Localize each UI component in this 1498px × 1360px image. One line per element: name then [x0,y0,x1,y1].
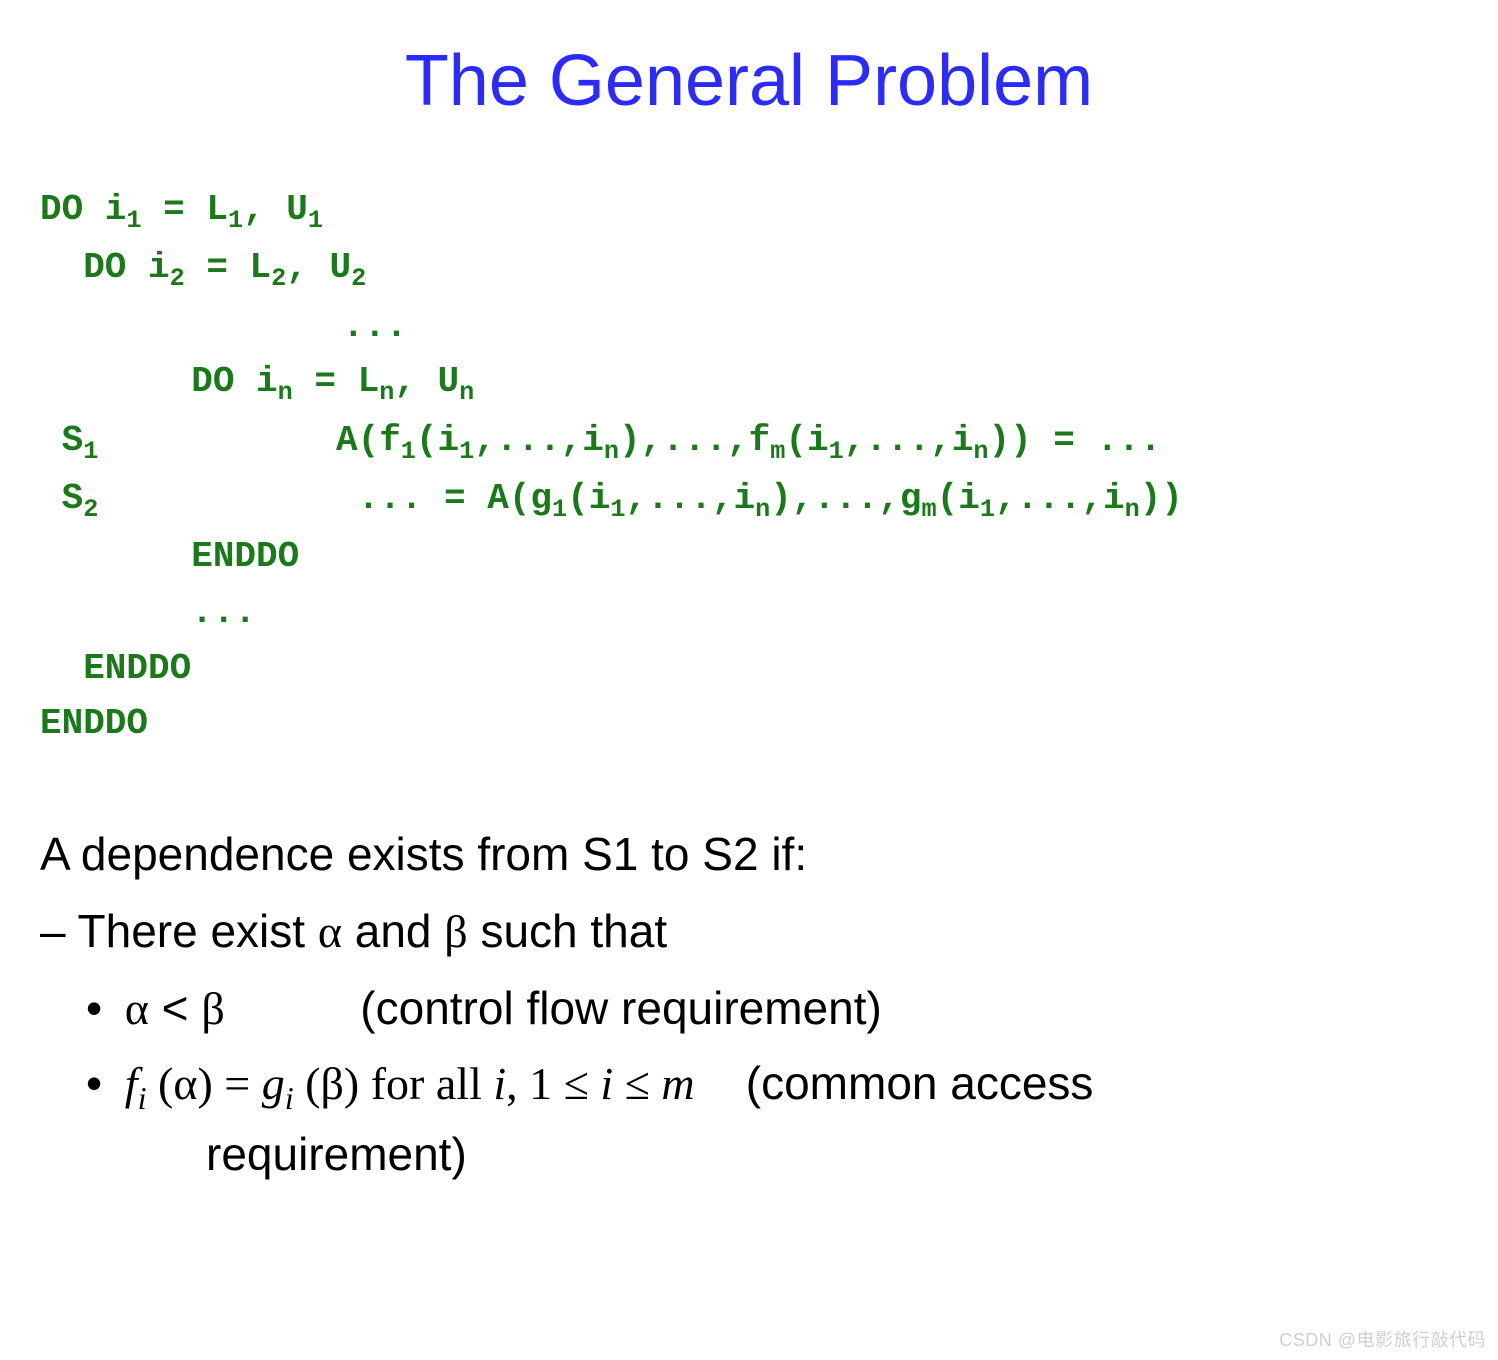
lt-text: < [149,982,201,1034]
text-block: A dependence exists from S1 to S2 if: – … [40,822,1458,1186]
bullet-icon: • [86,1051,112,1115]
alpha-symbol-2: α [125,983,149,1034]
m-var: m [661,1058,694,1109]
fi-func: fi [125,1058,147,1109]
for-all: for all [359,1058,493,1109]
code-line-s2: S2 ... = A(g1(i1,...,in),...,gm(i1,...,i… [40,478,1183,519]
code-line-10: ENDDO [40,703,148,744]
eq-text: ) = [197,1058,261,1109]
bullet-control-flow: • α < β (control flow requirement) [86,976,1458,1041]
page-title: The General Problem [40,40,1458,122]
beta-symbol-2: β [201,983,224,1034]
text-lead: A dependence exists from S1 to S2 if: [40,822,1458,886]
code-line-8: ... [40,592,256,633]
code-line-1: DO i1 = L1, U1 [40,189,323,230]
code-line-2: DO i2 = L2, U2 [40,247,366,288]
code-block: DO i1 = L1, U1 DO i2 = L2, U2 ... DO in … [40,182,1458,752]
text-and: and [342,905,444,957]
control-flow-note: (control flow requirement) [360,982,882,1034]
open-paren: ( [147,1058,174,1109]
close-paren: ) [344,1058,359,1109]
bullet-icon: • [86,976,112,1040]
i-var-2: i [600,1058,613,1109]
alpha-symbol: α [318,906,342,957]
gi-func: gi [262,1058,294,1109]
open-paren-2: ( [294,1058,321,1109]
beta-symbol-3: β [321,1058,344,1109]
code-line-3: ... [40,306,407,347]
code-line-7: ENDDO [40,536,299,577]
code-line-4: DO in = Ln, Un [40,361,474,402]
i-var: i [493,1058,506,1109]
beta-symbol: β [444,906,467,957]
range-2: ≤ [613,1058,661,1109]
common-access-note-2: requirement) [206,1122,1458,1186]
bullet-common-access: • fi (α) = gi (β) for all i, 1 ≤ i ≤ m (… [86,1051,1458,1186]
range-1: , 1 ≤ [506,1058,600,1109]
code-line-9: ENDDO [40,648,191,689]
text-sub1: – There exist α and β such that [40,899,1458,964]
code-line-s1: S1 A(f1(i1,...,in),...,fm(i1,...,in)) = … [40,420,1161,461]
common-access-note-1: (common access [746,1057,1094,1109]
text-sub1-suffix: such that [468,905,667,957]
text-sub1-prefix: – There exist [40,905,318,957]
alpha-symbol-3: α [173,1058,197,1109]
watermark: CSDN @电影旅行敲代码 [1279,1326,1486,1352]
